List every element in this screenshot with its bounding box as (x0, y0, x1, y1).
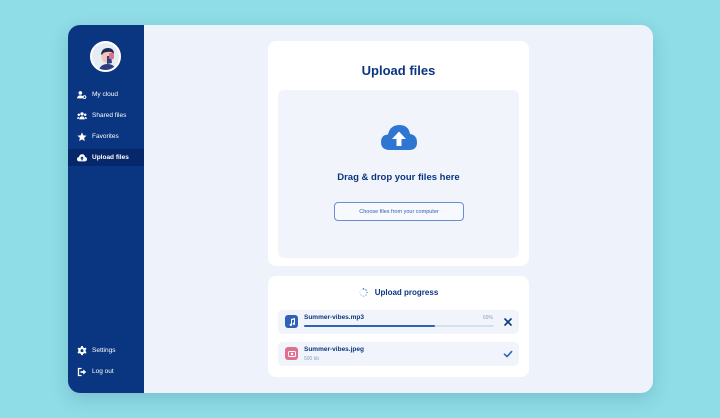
image-icon (285, 347, 298, 360)
cloud-upload-icon (381, 123, 417, 151)
file-name: Summer-vibes.mp3 (304, 314, 364, 321)
choose-files-button[interactable]: Choose files from your computer (334, 202, 464, 221)
sidebar-item-label: Log out (92, 368, 114, 375)
sidebar-item-label: Favorites (92, 133, 119, 140)
cloud-upload-icon (76, 152, 87, 163)
progress-title: Upload progress (374, 287, 439, 297)
sidebar-item-label: My cloud (92, 91, 119, 98)
sidebar-item-my-cloud[interactable]: My cloud (68, 86, 144, 103)
progress-bar-fill (304, 325, 436, 327)
close-icon[interactable] (503, 317, 513, 327)
users-icon (76, 89, 87, 100)
upload-row: Summer-vibes.mp3 69% (278, 310, 519, 334)
upload-row: Summer-vibes.jpeg 500 kb (278, 342, 519, 366)
sidebar-item-shared-files[interactable]: Shared files (68, 107, 144, 124)
logout-icon (76, 366, 87, 377)
progress-bar (304, 325, 494, 327)
avatar[interactable] (90, 41, 121, 72)
sidebar-item-label: Upload files (92, 154, 129, 161)
sidebar-item-label: Settings (92, 347, 116, 354)
star-icon (76, 131, 87, 142)
drop-zone[interactable]: Drag & drop your files here Choose files… (278, 90, 519, 258)
file-size: 500 kb (304, 356, 320, 362)
upload-progress-card: Upload progress Summer-vibes.mp3 69% Sum… (268, 276, 529, 377)
sidebar-item-favorites[interactable]: Favorites (68, 128, 144, 145)
gear-icon (76, 345, 87, 356)
progress-header: Upload progress (268, 286, 529, 298)
page-title: Upload files (361, 63, 436, 78)
check-icon (503, 350, 513, 358)
music-note-icon (285, 315, 298, 328)
group-icon (76, 110, 87, 121)
app-window: My cloud Shared files Favorites Upload f… (68, 25, 653, 393)
drop-instructions: Drag & drop your files here (337, 172, 460, 183)
file-name: Summer-vibes.jpeg (304, 346, 364, 353)
sidebar-item-upload-files[interactable]: Upload files (68, 149, 144, 166)
sidebar-item-label: Shared files (92, 112, 127, 119)
sidebar: My cloud Shared files Favorites Upload f… (68, 25, 144, 393)
sidebar-item-log-out[interactable]: Log out (68, 363, 144, 380)
sidebar-item-settings[interactable]: Settings (68, 342, 144, 359)
upload-percent: 69% (483, 315, 494, 321)
spinner-icon (359, 287, 368, 297)
upload-card: Upload files Drag & drop your files here… (268, 41, 529, 266)
